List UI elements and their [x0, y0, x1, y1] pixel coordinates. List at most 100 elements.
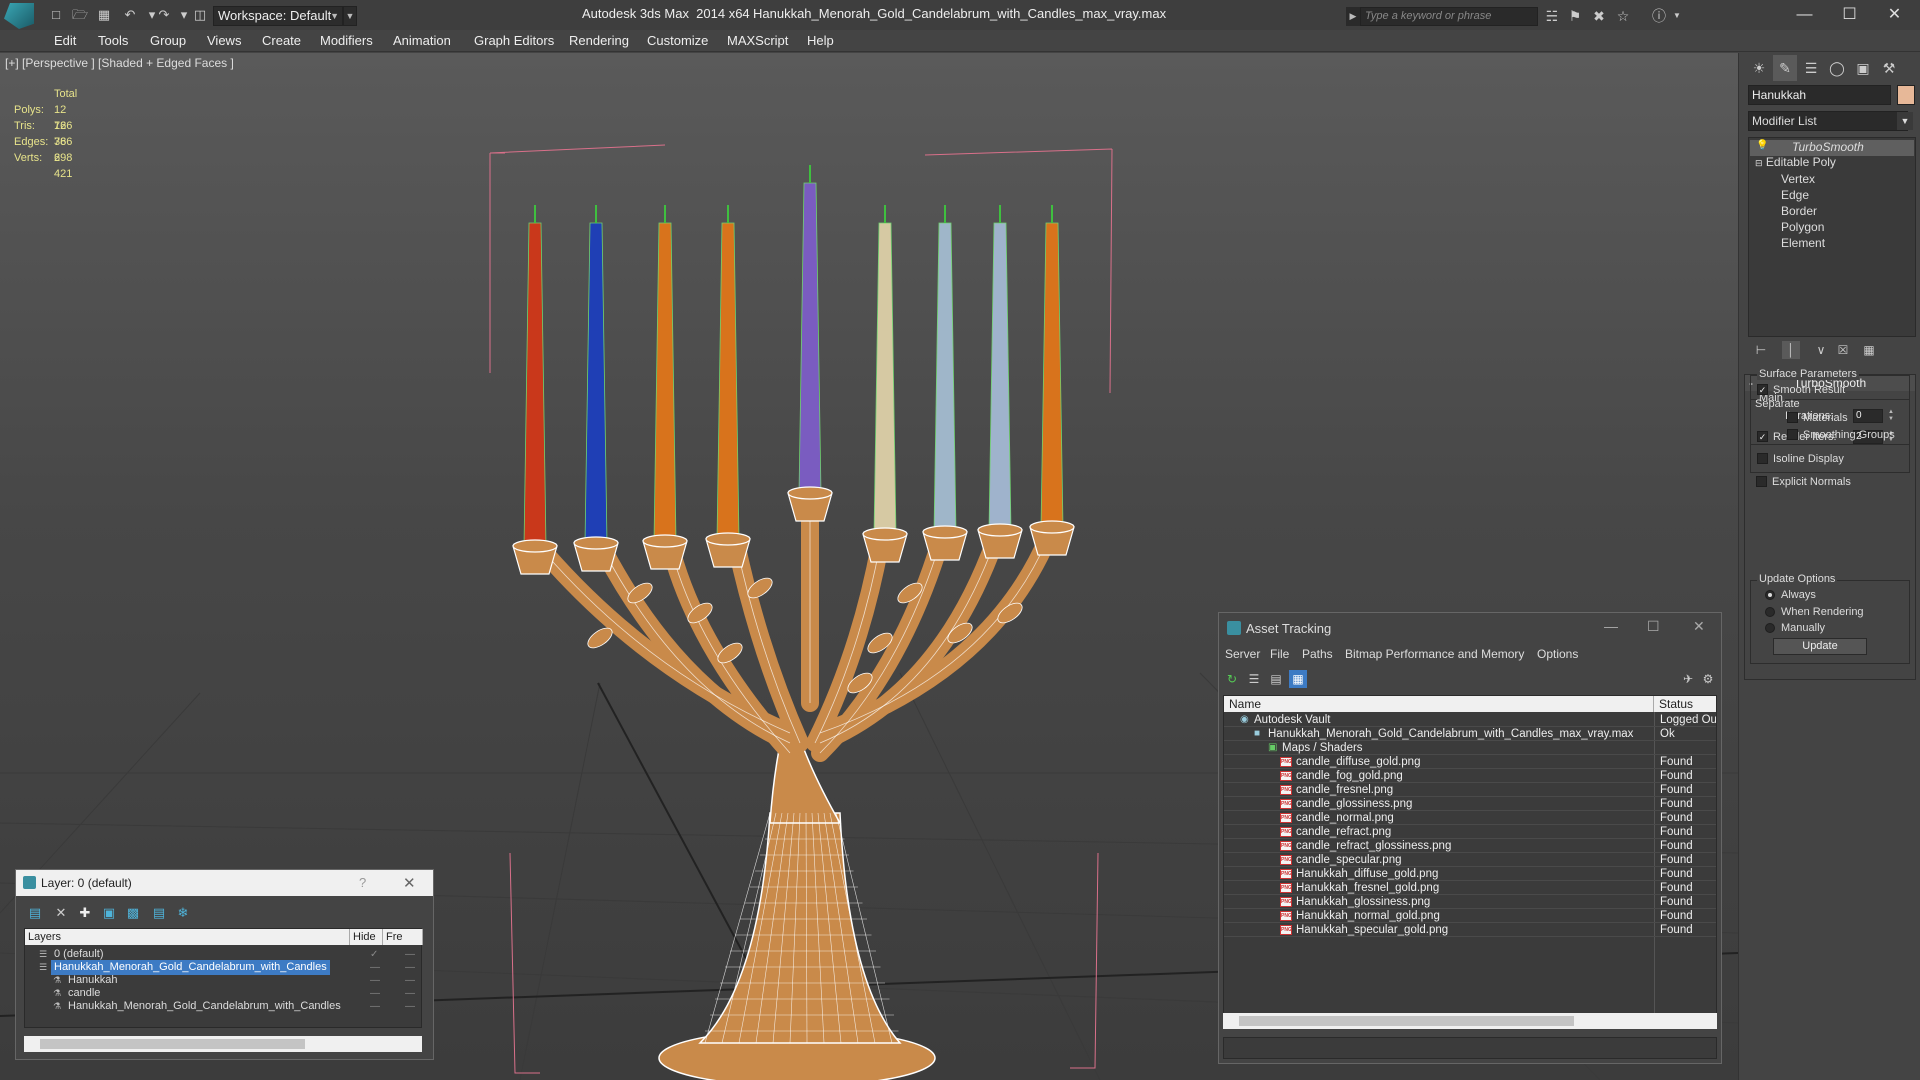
asset-row[interactable]: PNG Hanukkah_diffuse_gold.png Found: [1224, 867, 1716, 881]
object-color-swatch[interactable]: [1897, 85, 1915, 105]
motion-tab-icon[interactable]: ◯: [1825, 55, 1849, 81]
menu-bitmap-performance[interactable]: Bitmap Performance and Memory: [1345, 647, 1524, 661]
menu-group[interactable]: Group: [150, 33, 186, 48]
asset-row[interactable]: PNG candle_fresnel.png Found: [1224, 783, 1716, 797]
menu-file[interactable]: File: [1270, 647, 1289, 661]
undo-icon[interactable]: ↶: [122, 7, 138, 23]
materials-checkbox[interactable]: [1787, 412, 1798, 423]
collapse-icon[interactable]: ⊟: [1755, 158, 1763, 168]
menu-paths[interactable]: Paths: [1302, 647, 1333, 661]
explicit-normals-checkbox[interactable]: [1756, 476, 1767, 487]
maximize-icon[interactable]: ☐: [1647, 618, 1660, 635]
asset-row[interactable]: PNG candle_specular.png Found: [1224, 853, 1716, 867]
menu-edit[interactable]: Edit: [54, 33, 76, 48]
display-tab-icon[interactable]: ▣: [1851, 55, 1875, 81]
hide-all-icon[interactable]: ▤: [150, 904, 168, 922]
asset-row[interactable]: PNG candle_refract.png Found: [1224, 825, 1716, 839]
asset-row[interactable]: PNG Hanukkah_glossiness.png Found: [1224, 895, 1716, 909]
hierarchy-tab-icon[interactable]: ☰: [1799, 55, 1823, 81]
menu-help[interactable]: Help: [807, 33, 834, 48]
menu-graph-editors[interactable]: Graph Editors: [474, 33, 554, 48]
freeze-toggle[interactable]: —: [405, 999, 415, 1014]
freeze-all-icon[interactable]: ❄: [174, 904, 192, 922]
create-tab-icon[interactable]: ☀: [1747, 55, 1771, 81]
menu-maxscript[interactable]: MAXScript: [727, 33, 788, 48]
app-logo-icon[interactable]: [4, 3, 34, 29]
minimize-icon[interactable]: —: [1604, 618, 1618, 634]
vault-login-icon[interactable]: ✈: [1679, 670, 1697, 688]
asset-row[interactable]: PNG candle_diffuse_gold.png Found: [1224, 755, 1716, 769]
lightbulb-icon[interactable]: 💡: [1756, 140, 1768, 151]
menu-rendering[interactable]: Rendering: [569, 33, 629, 48]
scrollbar-thumb[interactable]: [1239, 1016, 1574, 1026]
asset-row[interactable]: PNG candle_fog_gold.png Found: [1224, 769, 1716, 783]
redo-dropdown-icon[interactable]: ▾: [176, 7, 192, 23]
asset-row[interactable]: ▣ Maps / Shaders: [1224, 741, 1716, 755]
column-header-freeze[interactable]: Fre: [383, 929, 423, 945]
select-objects-icon[interactable]: ▣: [100, 904, 118, 922]
project-folder-icon[interactable]: ◫: [192, 7, 208, 23]
quick-access-dropdown[interactable]: ▼: [343, 6, 357, 26]
favorites-star-icon[interactable]: ☆: [1614, 8, 1632, 24]
create-layer-icon[interactable]: ▤: [26, 904, 44, 922]
menu-server[interactable]: Server: [1225, 647, 1260, 661]
menu-create[interactable]: Create: [262, 33, 301, 48]
asset-row[interactable]: PNG Hanukkah_fresnel_gold.png Found: [1224, 881, 1716, 895]
column-header-name[interactable]: Name: [1224, 696, 1654, 712]
menu-customize[interactable]: Customize: [647, 33, 708, 48]
asset-row[interactable]: ■ Hanukkah_Menorah_Gold_Candelabrum_with_…: [1224, 727, 1716, 741]
communication-icon[interactable]: ✖: [1590, 8, 1608, 24]
refresh-icon[interactable]: ↻: [1223, 670, 1241, 688]
help-icon[interactable]: ?: [359, 875, 366, 890]
help-icon[interactable]: ⓘ: [1650, 8, 1668, 24]
redo-icon[interactable]: ↷: [156, 7, 172, 23]
asset-row[interactable]: ◉ Autodesk Vault Logged Ou: [1224, 713, 1716, 727]
layer-name[interactable]: Hanukkah_Menorah_Gold_Candelabrum_with_C…: [65, 999, 344, 1014]
smoothing-groups-checkbox[interactable]: [1787, 429, 1798, 440]
column-header-status[interactable]: Status: [1654, 696, 1716, 712]
make-unique-icon[interactable]: ∨: [1812, 341, 1830, 359]
stack-item-editable-poly[interactable]: ⊟ Editable Poly: [1755, 155, 1836, 169]
chevron-down-icon[interactable]: ▼: [1897, 112, 1913, 130]
close-icon[interactable]: ✕: [1693, 618, 1705, 635]
utilities-tab-icon[interactable]: ⚒: [1877, 55, 1901, 81]
open-file-icon[interactable]: 🗁: [72, 7, 88, 23]
asset-path-field[interactable]: [1223, 1037, 1717, 1059]
asset-row[interactable]: PNG candle_glossiness.png Found: [1224, 797, 1716, 811]
viewport-label[interactable]: [+] [Perspective ] [Shaded + Edged Faces…: [5, 56, 234, 70]
menu-options[interactable]: Options: [1537, 647, 1578, 661]
menu-views[interactable]: Views: [207, 33, 241, 48]
menu-modifiers[interactable]: Modifiers: [320, 33, 373, 48]
update-button[interactable]: Update: [1773, 638, 1867, 655]
column-header-hide[interactable]: Hide: [350, 929, 383, 945]
new-file-icon[interactable]: □: [48, 7, 64, 23]
hide-toggle[interactable]: —: [370, 999, 380, 1014]
remove-modifier-icon[interactable]: ☒: [1834, 341, 1852, 359]
modifier-list-select[interactable]: Modifier List: [1748, 111, 1908, 131]
object-name-field[interactable]: Hanukkah: [1748, 85, 1891, 105]
horizontal-scrollbar[interactable]: [24, 1036, 422, 1052]
minimize-icon[interactable]: —: [1782, 2, 1827, 28]
binoculars-icon[interactable]: ☵: [1543, 8, 1561, 24]
when-rendering-radio[interactable]: [1765, 607, 1775, 617]
asset-row[interactable]: PNG candle_refract_glossiness.png Found: [1224, 839, 1716, 853]
stack-item-border[interactable]: Border: [1781, 204, 1817, 218]
stack-item-polygon[interactable]: Polygon: [1781, 220, 1824, 234]
dialog-header[interactable]: Layer: 0 (default) ? ✕: [16, 870, 433, 896]
maximize-icon[interactable]: ☐: [1827, 2, 1872, 28]
show-end-result-icon[interactable]: │: [1782, 341, 1800, 359]
manually-radio[interactable]: [1765, 623, 1775, 633]
help-dropdown-icon[interactable]: ▼: [1668, 8, 1686, 24]
always-radio[interactable]: [1765, 590, 1775, 600]
horizontal-scrollbar[interactable]: [1223, 1013, 1717, 1029]
scrollbar-thumb[interactable]: [40, 1039, 305, 1049]
layer-row[interactable]: ⚗ Hanukkah_Menorah_Gold_Candelabrum_with_…: [25, 999, 422, 1014]
search-input[interactable]: Type a keyword or phrase: [1360, 7, 1538, 26]
configure-modifier-sets-icon[interactable]: ▦: [1860, 341, 1878, 359]
highlight-selected-icon[interactable]: ▩: [124, 904, 142, 922]
column-header-layers[interactable]: Layers: [25, 929, 350, 945]
close-icon[interactable]: ✕: [403, 874, 416, 892]
table-view-icon[interactable]: ▦: [1289, 670, 1307, 688]
detail-view-icon[interactable]: ▤: [1267, 670, 1285, 688]
save-file-icon[interactable]: ▦: [96, 7, 112, 23]
